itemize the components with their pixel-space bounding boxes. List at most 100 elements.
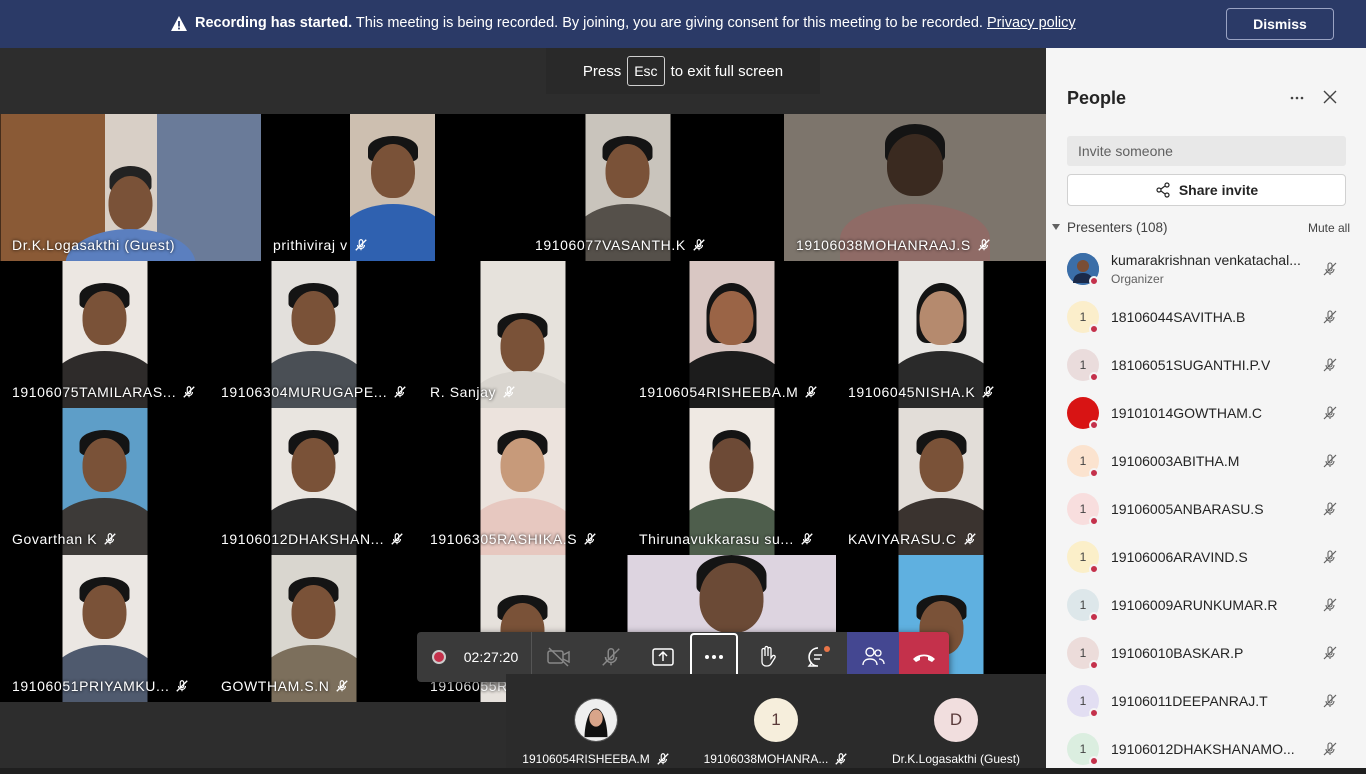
overflow-participant[interactable]: 19106054RISHEEBA.M: [506, 674, 686, 768]
video-tile[interactable]: 19106051PRIYAMKU...: [0, 555, 209, 702]
more-options-icon[interactable]: [1290, 88, 1306, 108]
toast-post: to exit full screen: [670, 62, 784, 80]
mic-off-icon: [805, 386, 818, 398]
participant-name: 19106005ANBARASU.S: [1111, 501, 1264, 517]
more-icon: [705, 655, 723, 659]
recording-text: This meeting is being recorded. By joini…: [352, 15, 987, 31]
participant-row[interactable]: kumarakrishnan venkatachal... Organizer: [1046, 246, 1366, 294]
video-tile[interactable]: 19106304MURUGAPE...: [209, 261, 418, 408]
video-tile[interactable]: GOWTHAM.S.N: [209, 555, 418, 702]
overflow-participant[interactable]: D Dr.K.Logasakthi (Guest): [866, 674, 1046, 768]
mute-all-button[interactable]: Mute all: [1308, 221, 1350, 235]
participant-name: 19101014GOWTHAM.C: [1111, 405, 1262, 421]
recording-indicator: [429, 632, 449, 682]
video-tile[interactable]: 19106075TAMILARAS...: [0, 261, 209, 408]
mic-off-icon: [835, 753, 848, 765]
dismiss-button[interactable]: Dismiss: [1226, 8, 1334, 40]
share-screen-icon: [652, 648, 674, 666]
participant-list: kumarakrishnan venkatachal... Organizer 1 1…: [1046, 246, 1366, 774]
presenters-label[interactable]: Presenters (108): [1067, 220, 1168, 235]
esc-key: Esc: [627, 56, 665, 86]
video-tile[interactable]: Govarthan K: [0, 408, 209, 555]
participant-row[interactable]: 1 19106005ANBARASU.S: [1046, 486, 1366, 534]
status-dot: [1089, 612, 1099, 622]
status-dot: [1089, 372, 1099, 382]
mic-off-icon[interactable]: [1322, 741, 1338, 757]
status-dot: [1089, 420, 1099, 430]
share-invite-label: Share invite: [1178, 182, 1259, 198]
participant-row[interactable]: 1 19106012DHAKSHANAMO...: [1046, 726, 1366, 774]
participant-name: 19106012DHAKSHANAMO...: [1111, 741, 1295, 757]
toast-pre: Press: [582, 62, 622, 80]
status-dot: [1089, 516, 1099, 526]
mic-off-icon[interactable]: [1322, 309, 1338, 325]
video-tile[interactable]: 19106054RISHEEBA.M: [627, 261, 836, 408]
status-dot: [1089, 276, 1099, 286]
privacy-policy-link[interactable]: Privacy policy: [987, 15, 1076, 31]
participant-name: KAVIYARASU.C: [848, 531, 977, 547]
avatar: [574, 698, 618, 742]
share-invite-button[interactable]: Share invite: [1067, 174, 1346, 206]
participant-row[interactable]: 1 19106003ABITHA.M: [1046, 438, 1366, 486]
video-tile[interactable]: KAVIYARASU.C: [836, 408, 1046, 555]
participant-role: Organizer: [1111, 272, 1164, 286]
invite-input[interactable]: [1067, 136, 1346, 166]
participant-name: prithiviraj v: [273, 237, 368, 253]
mic-off-icon: [963, 533, 976, 545]
mic-off-icon[interactable]: [1322, 597, 1338, 613]
participant-name: kumarakrishnan venkatachal...: [1111, 252, 1301, 268]
status-dot: [1089, 564, 1099, 574]
mic-off-icon: [978, 239, 990, 251]
video-tile[interactable]: Dr.K.Logasakthi (Guest): [0, 114, 261, 261]
video-tile[interactable]: 19106045NISHA.K: [836, 261, 1046, 408]
participant-row[interactable]: 19101014GOWTHAM.C: [1046, 390, 1366, 438]
participant-row[interactable]: 1 19106006ARAVIND.S: [1046, 534, 1366, 582]
participant-name: Dr.K.Logasakthi (Guest): [12, 237, 176, 253]
participant-name: R. Sanjay: [430, 384, 516, 400]
mic-off-icon[interactable]: [1322, 405, 1338, 421]
participant-name: 19106006ARAVIND.S: [1111, 549, 1248, 565]
participant-row[interactable]: 1 19106011DEEPANRAJ.T: [1046, 678, 1366, 726]
avatar: 1: [754, 698, 798, 742]
participant-row[interactable]: 1 18106044SAVITHA.B: [1046, 294, 1366, 342]
participant-row[interactable]: 1 19106010BASKAR.P: [1046, 630, 1366, 678]
participant-name: 18106051SUGANTHI.P.V: [1111, 357, 1271, 373]
warning-icon: [171, 16, 187, 31]
mic-off-icon: [584, 533, 596, 545]
participant-name: 19106305RASHIKA.S: [430, 531, 597, 547]
mic-off-icon: [656, 753, 669, 765]
participant-row[interactable]: 1 19106009ARUNKUMAR.R: [1046, 582, 1366, 630]
mic-off-icon[interactable]: [1322, 357, 1338, 373]
video-tile[interactable]: 19106012DHAKSHAN...: [209, 408, 418, 555]
video-tile[interactable]: 19106038MOHANRAAJ.S: [784, 114, 1046, 261]
participant-name: 19106051PRIYAMKU...: [12, 678, 189, 694]
mic-off-icon[interactable]: [1322, 261, 1338, 277]
mic-off-icon: [104, 533, 116, 545]
participant-row[interactable]: 1 18106051SUGANTHI.P.V: [1046, 342, 1366, 390]
video-tile[interactable]: Thirunavukkarasu su...: [627, 408, 836, 555]
mic-off-icon[interactable]: [1322, 549, 1338, 565]
video-tile[interactable]: prithiviraj v: [261, 114, 435, 261]
mic-off-icon: [336, 680, 349, 692]
overflow-participant[interactable]: 1 19106038MOHANRA...: [686, 674, 866, 768]
video-tile[interactable]: 19106077VASANTH.K: [523, 114, 732, 261]
video-tile[interactable]: R. Sanjay: [418, 261, 627, 408]
participant-name: 19106038MOHANRAAJ.S: [796, 237, 991, 253]
participant-name: 19106012DHAKSHAN...: [221, 531, 404, 547]
mic-off-icon: [602, 647, 620, 666]
video-tile[interactable]: 19106305RASHIKA.S: [418, 408, 627, 555]
collapse-caret-icon[interactable]: [1052, 224, 1060, 230]
mic-off-icon[interactable]: [1322, 501, 1338, 517]
participant-name: 19106003ABITHA.M: [1111, 453, 1240, 469]
participant-name: 19106054RISHEEBA.M: [639, 384, 818, 400]
close-icon[interactable]: [1322, 89, 1338, 105]
mic-off-icon: [183, 386, 195, 398]
mic-off-icon[interactable]: [1322, 645, 1338, 661]
status-dot: [1089, 468, 1099, 478]
participant-name: 19106045NISHA.K: [848, 384, 995, 400]
mic-off-icon[interactable]: [1322, 693, 1338, 709]
mic-off-icon[interactable]: [1322, 453, 1338, 469]
record-dot-icon: [432, 650, 446, 664]
participant-name: Govarthan K: [12, 531, 117, 547]
participant-name: 19106009ARUNKUMAR.R: [1111, 597, 1278, 613]
